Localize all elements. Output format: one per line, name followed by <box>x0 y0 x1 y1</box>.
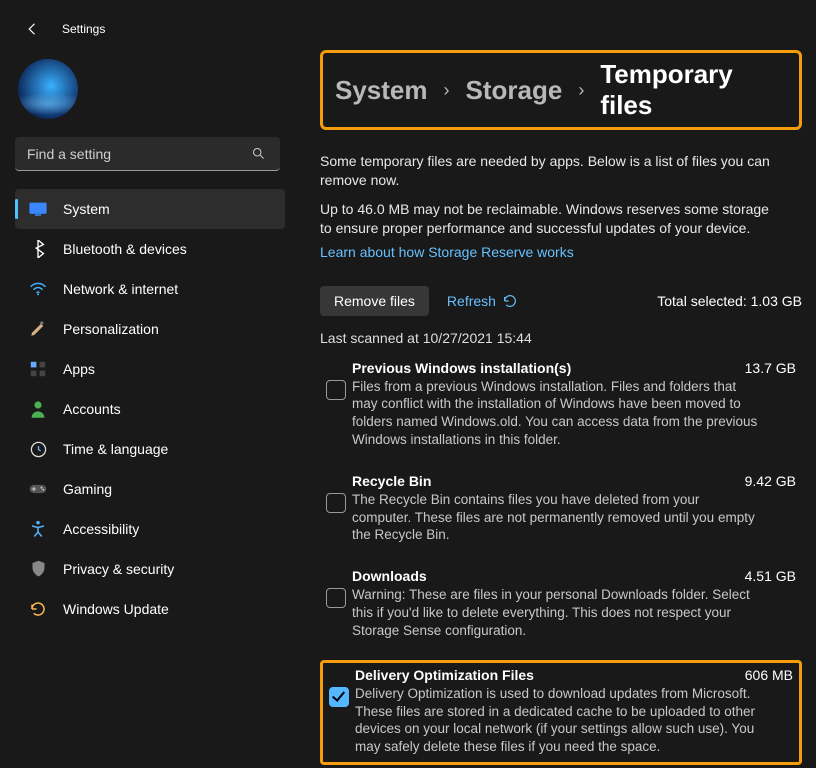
temp-file-item: Delivery Optimization Files 606 MB Deliver… <box>320 660 802 765</box>
checkbox[interactable] <box>326 588 346 608</box>
temp-file-item: Previous Windows installation(s) 13.7 GB F… <box>320 356 802 455</box>
apps-icon <box>29 360 47 378</box>
sidebar-item-label: Windows Update <box>63 601 169 617</box>
bluetooth-icon <box>29 240 47 258</box>
description-text: Some temporary files are needed by apps.… <box>320 152 770 190</box>
breadcrumb: System › Storage › Temporary files <box>320 50 802 130</box>
item-description: Delivery Optimization is used to downloa… <box>355 685 765 756</box>
system-icon <box>29 200 47 218</box>
item-description: Files from a previous Windows installati… <box>352 378 762 449</box>
sidebar-item-personalization[interactable]: Personalization <box>15 309 285 349</box>
learn-link[interactable]: Learn about how Storage Reserve works <box>320 244 574 260</box>
item-title: Recycle Bin <box>352 473 431 489</box>
item-size: 13.7 GB <box>745 360 796 376</box>
sidebar-item-accounts[interactable]: Accounts <box>15 389 285 429</box>
checkbox[interactable] <box>326 380 346 400</box>
sidebar-item-label: Privacy & security <box>63 561 174 577</box>
shield-icon <box>29 560 47 578</box>
sidebar-item-label: Time & language <box>63 441 168 457</box>
item-title: Delivery Optimization Files <box>355 667 534 683</box>
avatar[interactable] <box>18 59 78 119</box>
chevron-right-icon: › <box>444 80 450 101</box>
wifi-icon <box>29 280 47 298</box>
sidebar-item-windows-update[interactable]: Windows Update <box>15 589 285 629</box>
item-size: 4.51 GB <box>745 568 796 584</box>
sidebar-item-accessibility[interactable]: Accessibility <box>15 509 285 549</box>
refresh-icon <box>502 293 518 309</box>
search-box[interactable] <box>15 137 280 171</box>
sidebar-item-label: Apps <box>63 361 95 377</box>
sidebar-item-label: Bluetooth & devices <box>63 241 187 257</box>
person-icon <box>29 400 47 418</box>
breadcrumb-system[interactable]: System <box>335 75 428 106</box>
item-description: Warning: These are files in your persona… <box>352 586 762 639</box>
page-title: Temporary files <box>600 59 787 121</box>
sidebar-item-bluetooth-devices[interactable]: Bluetooth & devices <box>15 229 285 269</box>
checkbox[interactable] <box>326 493 346 513</box>
description-text: Up to 46.0 MB may not be reclaimable. Wi… <box>320 200 775 238</box>
item-title: Downloads <box>352 568 427 584</box>
sidebar-item-label: Gaming <box>63 481 112 497</box>
clock-icon <box>29 440 47 458</box>
accessibility-icon <box>29 520 47 538</box>
sidebar-item-label: Accounts <box>63 401 121 417</box>
breadcrumb-storage[interactable]: Storage <box>466 75 563 106</box>
back-button[interactable] <box>24 20 42 38</box>
refresh-label: Refresh <box>447 293 496 309</box>
sidebar-item-apps[interactable]: Apps <box>15 349 285 389</box>
item-title: Previous Windows installation(s) <box>352 360 571 376</box>
refresh-button[interactable]: Refresh <box>447 293 518 309</box>
total-selected: Total selected: 1.03 GB <box>657 293 802 309</box>
brush-icon <box>29 320 47 338</box>
item-description: The Recycle Bin contains files you have … <box>352 491 762 544</box>
update-icon <box>29 600 47 618</box>
checkbox[interactable] <box>329 687 349 707</box>
temp-file-item: Recycle Bin 9.42 GB The Recycle Bin contai… <box>320 469 802 550</box>
app-title: Settings <box>62 22 105 36</box>
item-size: 606 MB <box>745 667 793 683</box>
sidebar-item-label: Network & internet <box>63 281 178 297</box>
sidebar-item-time-language[interactable]: Time & language <box>15 429 285 469</box>
sidebar-item-network-internet[interactable]: Network & internet <box>15 269 285 309</box>
temp-file-item: Downloads 4.51 GB Warning: These are files… <box>320 564 802 645</box>
item-size: 9.42 GB <box>745 473 796 489</box>
search-input[interactable] <box>15 146 280 162</box>
remove-files-button[interactable]: Remove files <box>320 286 429 316</box>
sidebar-item-label: System <box>63 201 110 217</box>
sidebar-item-label: Personalization <box>63 321 159 337</box>
gamepad-icon <box>29 480 47 498</box>
scan-time: Last scanned at 10/27/2021 15:44 <box>320 330 802 346</box>
sidebar-item-label: Accessibility <box>63 521 139 537</box>
sidebar-item-privacy-security[interactable]: Privacy & security <box>15 549 285 589</box>
chevron-right-icon: › <box>578 80 584 101</box>
sidebar-item-gaming[interactable]: Gaming <box>15 469 285 509</box>
sidebar-item-system[interactable]: System <box>15 189 285 229</box>
